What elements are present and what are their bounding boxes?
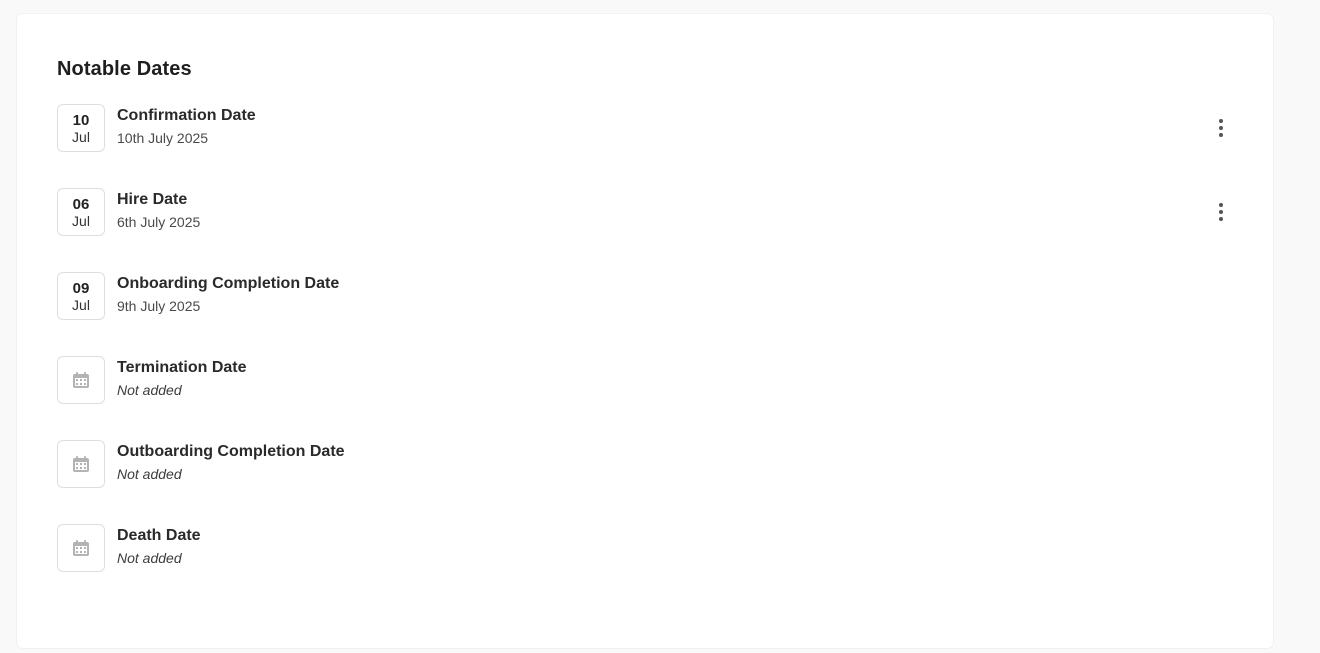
date-label: Hire Date xyxy=(117,191,188,208)
section-title: Notable Dates xyxy=(57,58,192,80)
date-badge-day: 06 xyxy=(72,195,90,213)
more-vertical-icon[interactable] xyxy=(1205,199,1237,225)
date-badge: 09 Jul xyxy=(57,272,105,320)
date-row-hire: 06 Jul Hire Date 6th July 2025 xyxy=(57,188,1237,236)
date-badge-empty xyxy=(57,440,105,488)
date-badge-month: Jul xyxy=(72,212,90,229)
calendar-icon xyxy=(73,372,89,388)
date-value: Not added xyxy=(117,382,182,398)
date-row-death: Death Date Not added xyxy=(57,524,1237,572)
date-badge-month: Jul xyxy=(72,128,90,145)
calendar-icon xyxy=(73,456,89,472)
date-badge: 06 Jul xyxy=(57,188,105,236)
date-badge-empty xyxy=(57,356,105,404)
date-label: Outboarding Completion Date xyxy=(117,443,345,460)
date-badge-month: Jul xyxy=(72,296,90,313)
date-value: 6th July 2025 xyxy=(117,214,201,230)
calendar-icon xyxy=(73,540,89,556)
date-label: Confirmation Date xyxy=(117,107,256,124)
date-badge-empty xyxy=(57,524,105,572)
more-vertical-icon[interactable] xyxy=(1205,115,1237,141)
date-badge-day: 09 xyxy=(72,279,90,297)
date-label: Onboarding Completion Date xyxy=(117,275,340,292)
date-value: 9th July 2025 xyxy=(117,298,201,314)
date-label: Termination Date xyxy=(117,359,247,376)
date-value: Not added xyxy=(117,466,182,482)
date-badge-day: 10 xyxy=(72,111,90,129)
date-row-termination: Termination Date Not added xyxy=(57,356,1237,404)
date-label: Death Date xyxy=(117,527,201,544)
date-row-onboarding-completion: 09 Jul Onboarding Completion Date 9th Ju… xyxy=(57,272,1237,320)
date-badge: 10 Jul xyxy=(57,104,105,152)
date-value: Not added xyxy=(117,550,182,566)
notable-dates-card: Notable Dates 10 Jul Confirmation Date 1… xyxy=(17,14,1273,648)
date-row-outboarding-completion: Outboarding Completion Date Not added xyxy=(57,440,1237,488)
date-row-confirmation: 10 Jul Confirmation Date 10th July 2025 xyxy=(57,104,1237,152)
dates-list: 10 Jul Confirmation Date 10th July 2025 … xyxy=(57,104,1237,608)
date-value: 10th July 2025 xyxy=(117,130,209,146)
